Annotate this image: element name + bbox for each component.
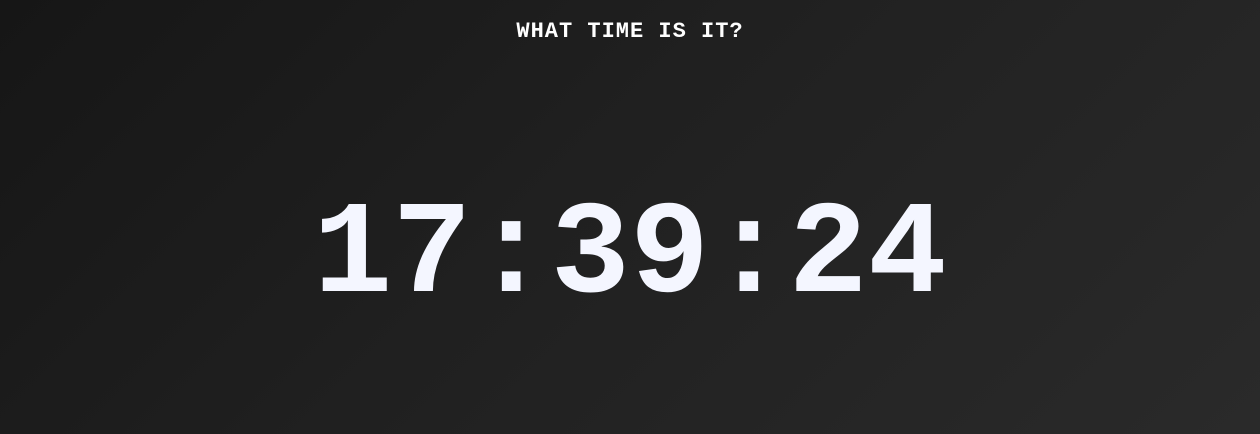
digital-clock-time: 17:39:24 (313, 181, 947, 331)
page-title: WHAT TIME IS IT? (516, 19, 744, 44)
clock-app: WHAT TIME IS IT? 17:39:24 (0, 0, 1260, 434)
